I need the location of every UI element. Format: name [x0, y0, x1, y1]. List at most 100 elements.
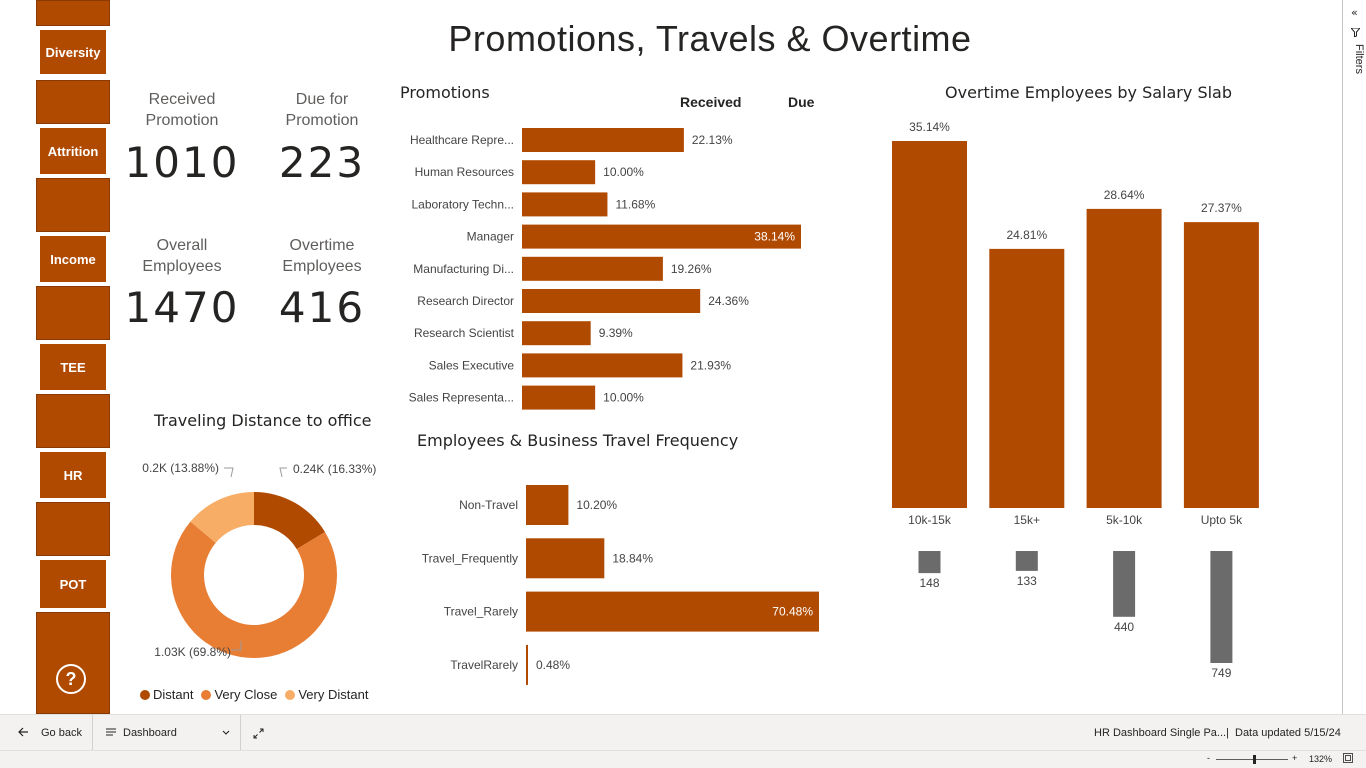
- data-label: 24.36%: [708, 294, 749, 308]
- data-label: 11.68%: [615, 197, 655, 211]
- kpi-label-line: Promotion: [145, 112, 219, 129]
- nav-tile: [36, 80, 110, 124]
- data-label: 0.2K (13.88%): [142, 461, 219, 475]
- status-bar: - + 132%: [0, 750, 1366, 768]
- kpi-label-line: Employees: [282, 258, 362, 275]
- expand-icon[interactable]: [253, 715, 264, 751]
- legend-item-very-close[interactable]: Very Close: [201, 687, 277, 702]
- bar: [526, 485, 569, 525]
- donut-slice: [170, 521, 337, 658]
- nav-button-diversity[interactable]: Diversity: [38, 28, 108, 76]
- zoom-out-button[interactable]: -: [1207, 753, 1210, 763]
- category-label: Manufacturing Di...: [413, 262, 514, 276]
- data-label: 0.24K (16.33%): [293, 462, 376, 476]
- nav-button-attrition[interactable]: Attrition: [38, 126, 108, 176]
- legend-dot: [285, 689, 296, 700]
- collapse-icon[interactable]: «: [1351, 6, 1358, 19]
- zoom-slider[interactable]: [1216, 755, 1288, 764]
- data-label: 19.26%: [671, 262, 712, 276]
- arrow-left-icon: [18, 727, 29, 740]
- divider-bar: |: [1226, 727, 1229, 739]
- category-label: Healthcare Repre...: [410, 133, 514, 147]
- separator: [92, 715, 93, 751]
- bar: [1183, 222, 1259, 508]
- category-label: TravelRarely: [450, 658, 518, 672]
- nav-button-hr[interactable]: HR: [38, 450, 108, 500]
- nav-button-income[interactable]: Income: [38, 234, 108, 284]
- bar: [522, 128, 684, 152]
- bottom-bar: Go back Dashboard HR Dashboard Single Pa…: [0, 714, 1366, 751]
- bar: [526, 538, 605, 579]
- page-title: Promotions, Travels & Overtime: [448, 18, 972, 59]
- go-back-button[interactable]: Go back: [18, 715, 82, 751]
- distance-legend: Distant Very Close Very Distant: [140, 687, 368, 702]
- legend-label: Very Close: [214, 687, 278, 702]
- kpi-value: 1470: [124, 283, 240, 332]
- category-label: 5k-10k: [1106, 513, 1143, 527]
- nav-tile: [36, 502, 110, 556]
- kpi-value: 416: [278, 283, 366, 332]
- secondary-bar: [1015, 551, 1038, 571]
- nav-button-pot[interactable]: POT: [38, 558, 108, 610]
- secondary-label: 148: [919, 576, 939, 590]
- filters-label[interactable]: Filters: [1345, 44, 1365, 74]
- bar: [522, 160, 596, 185]
- data-label: 70.48%: [772, 605, 813, 619]
- secondary-bar: [918, 551, 941, 574]
- bar: [522, 353, 683, 378]
- report-name: HR Dashboard Single Pa...: [1094, 727, 1227, 739]
- category-label: Research Director: [417, 294, 514, 308]
- category-label: Travel_Frequently: [422, 551, 518, 565]
- menu-lines-icon: [106, 727, 116, 739]
- nav-button-tee[interactable]: TEE: [38, 342, 108, 392]
- data-label: 10.00%: [603, 165, 644, 179]
- travel-frequency-title: Employees & Business Travel Frequency: [417, 431, 739, 450]
- bar: [522, 192, 608, 217]
- kpi-label-line: Promotion: [285, 112, 359, 129]
- promotions-title: Promotions: [400, 83, 490, 102]
- bar: [989, 248, 1065, 509]
- nav-tile: [36, 0, 110, 26]
- data-label: 24.81%: [1006, 228, 1047, 242]
- secondary-label: 133: [1017, 574, 1037, 588]
- data-label: 1.03K (69.8%): [154, 645, 231, 659]
- kpi-label: Overtime Employees: [252, 235, 392, 277]
- legend-dot: [140, 689, 150, 700]
- fit-page-icon[interactable]: [1343, 753, 1353, 765]
- category-label: Travel_Rarely: [444, 605, 518, 619]
- data-label: 38.14%: [754, 230, 795, 244]
- kpi-label: Received Promotion: [112, 89, 252, 131]
- data-label: 27.37%: [1201, 201, 1242, 215]
- promotions-bar-chart: Healthcare Repre... 22.13% Human Resources…: [409, 128, 801, 410]
- legend-item-distant[interactable]: Distant: [140, 687, 193, 702]
- overtime-salary-chart: 35.14% 10k-15k 148 24.81% 15k+ 133 28.64% 5k-10…: [892, 120, 1259, 680]
- leader-line: [224, 467, 234, 478]
- help-icon[interactable]: ?: [56, 664, 86, 694]
- data-label: 10.20%: [576, 498, 617, 512]
- data-label: 0.48%: [536, 658, 570, 672]
- legend-item-very-distant[interactable]: Very Distant: [285, 687, 368, 702]
- report-canvas: Promotions, Travels & Overtime Diversity…: [0, 0, 1342, 714]
- zoom-in-button[interactable]: +: [1292, 753, 1297, 763]
- funnel-icon: [1349, 27, 1362, 40]
- kpi-value: 1010: [124, 138, 240, 187]
- zoom-slider-thumb[interactable]: [1253, 755, 1256, 764]
- data-label: 22.13%: [692, 133, 733, 147]
- overtime-title: Overtime Employees by Salary Slab: [945, 83, 1232, 102]
- go-back-label: Go back: [41, 727, 82, 739]
- nav-tile: [36, 394, 110, 448]
- bar: [892, 141, 967, 508]
- filters-pane[interactable]: « Filters: [1342, 0, 1366, 714]
- page-selector-label: Dashboard: [123, 727, 177, 739]
- category-label: Upto 5k: [1201, 513, 1243, 527]
- distance-title: Traveling Distance to office: [154, 411, 372, 430]
- bar: [522, 256, 663, 281]
- category-label: Laboratory Techn...: [411, 197, 514, 211]
- data-label: 10.00%: [603, 391, 644, 405]
- page-selector[interactable]: Dashboard: [106, 715, 230, 751]
- kpi-label-line: Employees: [142, 258, 222, 275]
- legend-dot: [201, 689, 212, 700]
- category-label: Sales Executive: [429, 358, 515, 372]
- data-label: 35.14%: [909, 120, 950, 134]
- nav-tile: [36, 612, 110, 714]
